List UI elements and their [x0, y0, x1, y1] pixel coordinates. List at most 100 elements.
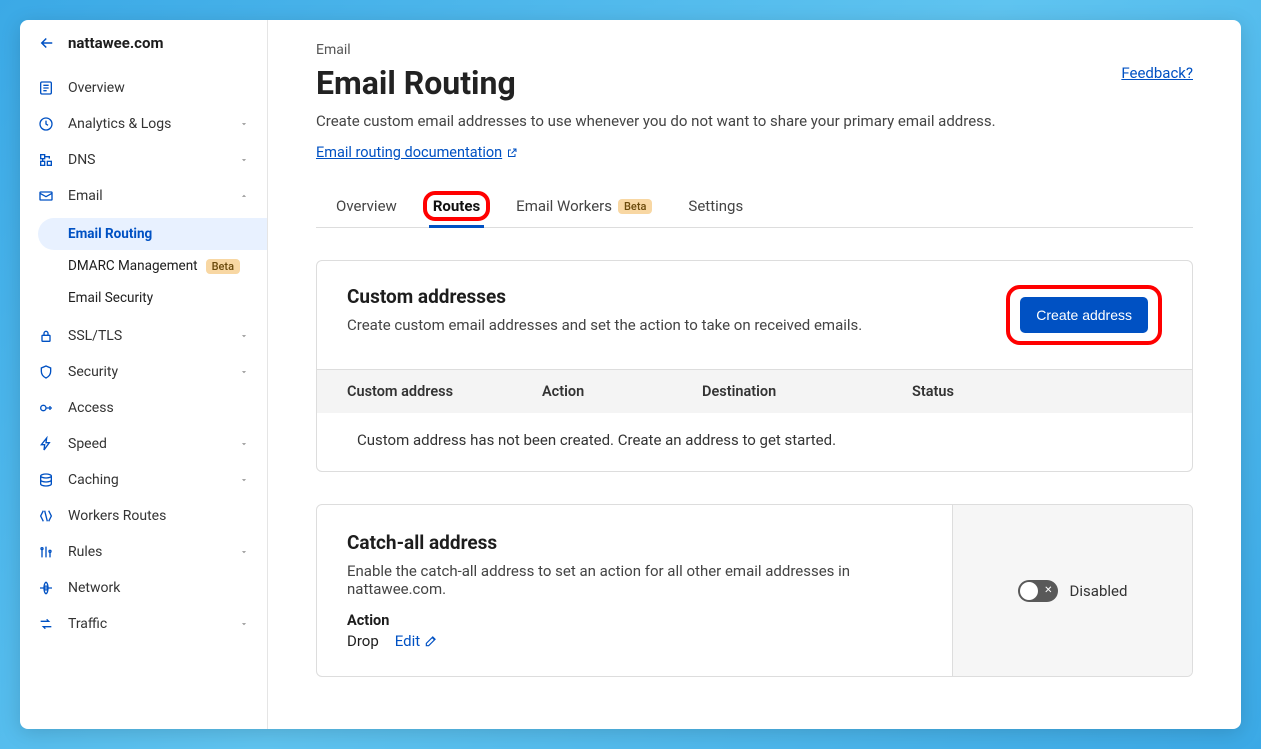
sidebar-item-speed[interactable]: Speed	[20, 426, 267, 462]
tab-routes[interactable]: Routes	[429, 185, 484, 227]
doc-link-text: Email routing documentation	[316, 144, 502, 161]
rules-icon	[38, 544, 54, 560]
sidebar-sub-email-routing[interactable]: Email Routing	[38, 218, 267, 250]
sidebar-item-workers[interactable]: Workers Routes	[20, 498, 267, 534]
card-header: Custom addresses Create custom email add…	[317, 261, 1192, 369]
sidebar-header: nattawee.com	[20, 20, 267, 66]
back-arrow-icon[interactable]	[38, 34, 56, 52]
highlight-create-button: Create address	[1006, 285, 1162, 345]
chevron-up-icon	[239, 191, 249, 201]
edit-text: Edit	[395, 632, 420, 650]
nav-label: Network	[68, 580, 249, 596]
sidebar-item-dns[interactable]: DNS	[20, 142, 267, 178]
nav-label: Caching	[68, 472, 225, 488]
custom-addresses-card: Custom addresses Create custom email add…	[316, 260, 1193, 472]
tabs: Overview Routes Email Workers Beta Setti…	[316, 185, 1193, 228]
chevron-down-icon	[239, 155, 249, 165]
feedback-link[interactable]: Feedback?	[1121, 64, 1193, 82]
sidebar-sub-email-security[interactable]: Email Security	[20, 282, 267, 314]
sidebar-item-access[interactable]: Access	[20, 390, 267, 426]
domain-name: nattawee.com	[68, 34, 163, 52]
sidebar-item-overview[interactable]: Overview	[20, 70, 267, 106]
col-destination: Destination	[702, 383, 912, 400]
main-content: Email Email Routing Feedback? Create cus…	[268, 20, 1241, 729]
sidebar-item-caching[interactable]: Caching	[20, 462, 267, 498]
nav-label: Analytics & Logs	[68, 116, 225, 132]
tab-overview[interactable]: Overview	[332, 185, 401, 227]
nav-list: Overview Analytics & Logs DNS Email	[20, 66, 267, 218]
sidebar-item-ssl[interactable]: SSL/TLS	[20, 318, 267, 354]
chevron-down-icon	[239, 439, 249, 449]
nav-label: Overview	[68, 80, 249, 96]
card-header-text: Custom addresses Create custom email add…	[347, 285, 862, 334]
card-left: Catch-all address Enable the catch-all a…	[317, 505, 952, 676]
email-icon	[38, 188, 54, 204]
network-icon	[38, 580, 54, 596]
sidebar-item-rules[interactable]: Rules	[20, 534, 267, 570]
nav-label: SSL/TLS	[68, 328, 225, 344]
highlight-routes: Routes	[423, 191, 490, 221]
app-window: nattawee.com Overview Analytics & Logs D…	[20, 20, 1241, 729]
overview-icon	[38, 80, 54, 96]
external-link-icon	[506, 147, 518, 159]
lock-icon	[38, 328, 54, 344]
col-status: Status	[912, 383, 1162, 400]
beta-badge: Beta	[206, 259, 240, 274]
toggle-label: Disabled	[1070, 582, 1128, 600]
sidebar-item-analytics[interactable]: Analytics & Logs	[20, 106, 267, 142]
workers-icon	[38, 508, 54, 524]
bolt-icon	[38, 436, 54, 452]
nav-label: Rules	[68, 544, 225, 560]
tab-email-workers[interactable]: Email Workers Beta	[512, 185, 656, 227]
access-icon	[38, 400, 54, 416]
beta-badge: Beta	[618, 199, 652, 214]
sidebar-item-security[interactable]: Security	[20, 354, 267, 390]
close-icon: ✕	[1044, 586, 1052, 596]
edit-action-link[interactable]: Edit	[395, 632, 438, 650]
sidebar-item-email[interactable]: Email	[20, 178, 267, 214]
analytics-icon	[38, 116, 54, 132]
tab-label: Routes	[433, 197, 480, 215]
catchall-toggle[interactable]: ✕	[1018, 580, 1058, 602]
create-address-button[interactable]: Create address	[1020, 297, 1148, 333]
catchall-card: Catch-all address Enable the catch-all a…	[316, 504, 1193, 677]
chevron-down-icon	[239, 331, 249, 341]
sidebar-item-traffic[interactable]: Traffic	[20, 606, 267, 642]
sidebar-sub-dmarc[interactable]: DMARC Management Beta	[20, 250, 267, 282]
tab-label: Settings	[688, 197, 743, 215]
sidebar-item-network[interactable]: Network	[20, 570, 267, 606]
sub-label: Email Routing	[68, 226, 152, 242]
nav-label: Traffic	[68, 616, 225, 632]
nav-sub-list-email: Email Routing DMARC Management Beta Emai…	[20, 218, 267, 314]
shield-icon	[38, 364, 54, 380]
nav-label: Security	[68, 364, 225, 380]
toggle-knob	[1020, 582, 1038, 600]
nav-label: Speed	[68, 436, 225, 452]
action-row: Drop Edit	[347, 632, 922, 650]
chevron-down-icon	[239, 475, 249, 485]
action-label: Action	[347, 612, 922, 629]
card-right: ✕ Disabled	[952, 505, 1192, 676]
chevron-down-icon	[239, 619, 249, 629]
card-title: Custom addresses	[347, 285, 862, 308]
sub-label: DMARC Management	[68, 258, 198, 274]
doc-link[interactable]: Email routing documentation	[316, 144, 518, 161]
chevron-down-icon	[239, 547, 249, 557]
table-head: Custom address Action Destination Status	[317, 369, 1192, 413]
nav-label: Email	[68, 188, 225, 204]
chevron-down-icon	[239, 119, 249, 129]
cache-icon	[38, 472, 54, 488]
col-custom-address: Custom address	[347, 383, 542, 400]
tab-settings[interactable]: Settings	[684, 185, 747, 227]
card-desc: Create custom email addresses and set th…	[347, 316, 862, 334]
card-title: Catch-all address	[347, 531, 922, 554]
col-action: Action	[542, 383, 702, 400]
card-desc: Enable the catch-all address to set an a…	[347, 562, 922, 598]
breadcrumb: Email	[316, 42, 1193, 58]
pencil-icon	[424, 634, 438, 648]
chevron-down-icon	[239, 367, 249, 377]
card-split: Catch-all address Enable the catch-all a…	[317, 505, 1192, 676]
nav-list-2: SSL/TLS Security Access Speed Caching	[20, 314, 267, 646]
sidebar: nattawee.com Overview Analytics & Logs D…	[20, 20, 268, 729]
page-title: Email Routing	[316, 64, 516, 102]
